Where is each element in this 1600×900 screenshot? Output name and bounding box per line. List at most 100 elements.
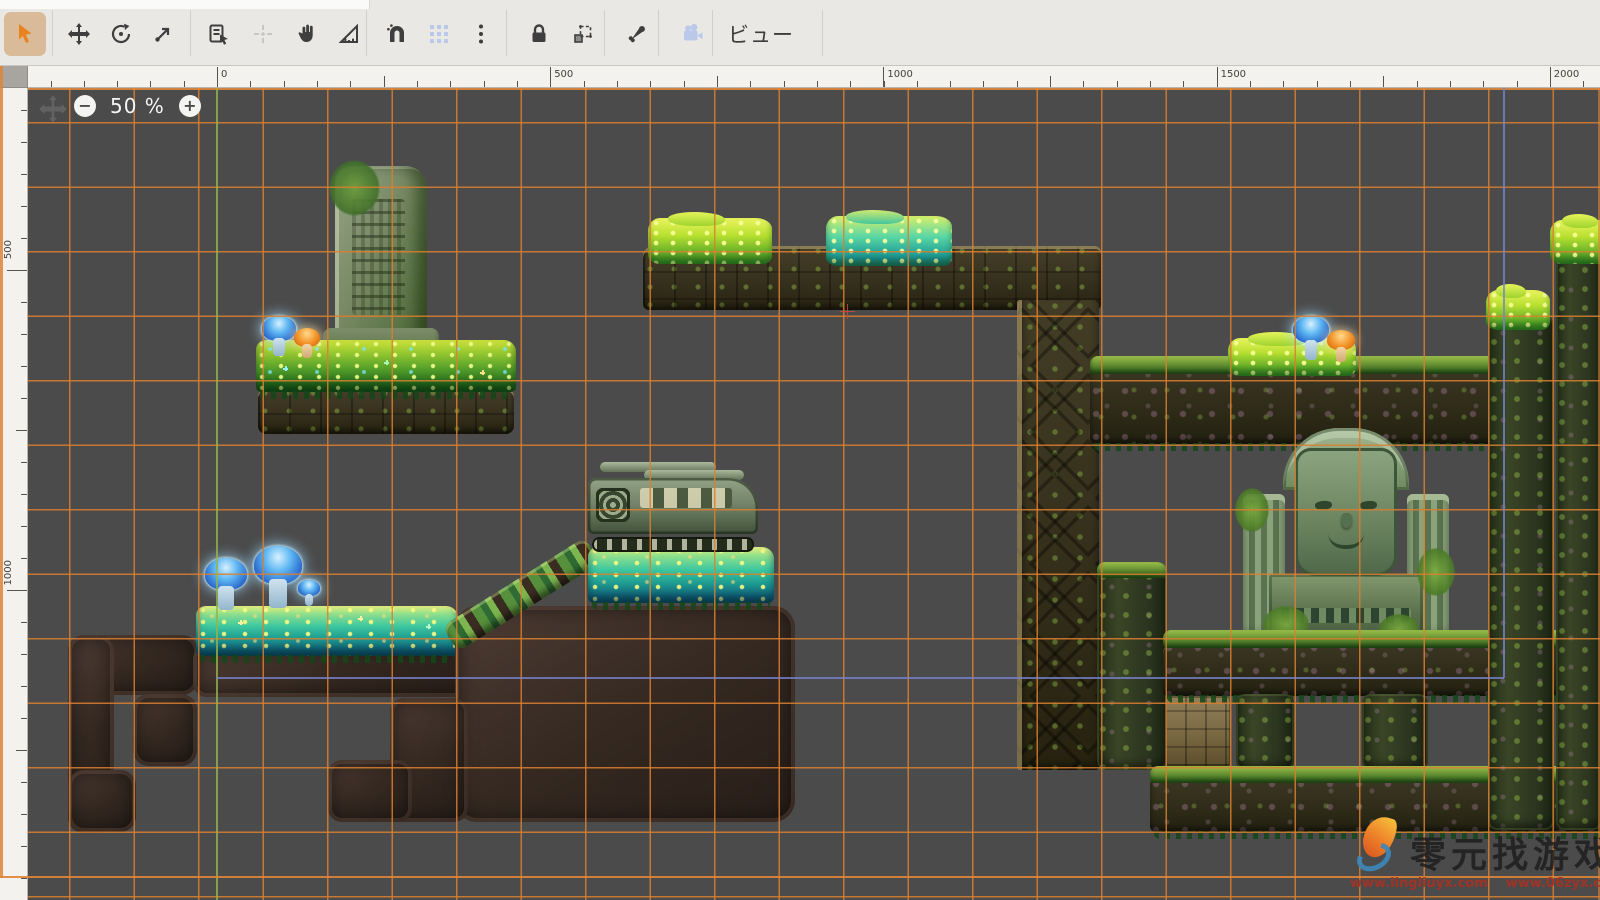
ruler-minor-tick bbox=[21, 494, 27, 495]
grass-tuft-teal[interactable] bbox=[826, 216, 952, 266]
ruler-minor-tick bbox=[750, 81, 751, 87]
ruler-minor-tick bbox=[817, 81, 818, 87]
ruler-minor-tick bbox=[21, 302, 27, 303]
tile-cave-mass-foot[interactable] bbox=[328, 760, 412, 822]
ruler-minor-tick bbox=[784, 81, 785, 87]
ruler-minor-tick bbox=[21, 782, 27, 783]
godot-2d-editor-window: ビュー 0500100015002000 5001000 bbox=[0, 0, 1600, 900]
tile-moss-block[interactable] bbox=[1097, 570, 1167, 770]
zoom-out-button[interactable]: − bbox=[74, 95, 96, 117]
ruler-minor-tick bbox=[1350, 81, 1351, 87]
ruler-left[interactable]: 5001000 bbox=[0, 88, 28, 900]
tile-cave-foot[interactable] bbox=[68, 770, 136, 832]
ruler-minor-tick bbox=[450, 81, 451, 87]
ruler-minor-tick bbox=[21, 238, 27, 239]
ruler-minor-tick bbox=[950, 81, 951, 87]
tool-pan-button[interactable] bbox=[286, 12, 328, 56]
select-icon bbox=[13, 22, 37, 46]
tool-rotate-button[interactable] bbox=[100, 12, 142, 56]
toolbar-separator bbox=[506, 10, 507, 56]
zoom-in-button[interactable]: + bbox=[179, 95, 201, 117]
ruler-minor-tick bbox=[21, 110, 27, 111]
moss-fringe bbox=[1097, 562, 1167, 578]
sparkle bbox=[358, 616, 363, 621]
ruler-minor-tick bbox=[21, 398, 27, 399]
tile-far-right-column[interactable] bbox=[1556, 244, 1600, 830]
tile-cave-block[interactable] bbox=[133, 694, 197, 766]
ruler-left-label: 1000 bbox=[3, 560, 14, 585]
ruler-minor-tick bbox=[84, 81, 85, 87]
blue-mushroom[interactable] bbox=[1293, 316, 1329, 360]
ruler-minor-tick bbox=[150, 81, 151, 87]
tool-smart-snap-button[interactable] bbox=[376, 12, 418, 56]
orange-mushroom[interactable] bbox=[1327, 330, 1355, 362]
tile-moss-pillar[interactable] bbox=[1236, 694, 1294, 770]
tile-tank-ledge[interactable] bbox=[588, 547, 774, 603]
glowing-mushroom[interactable] bbox=[205, 558, 247, 610]
ruler-minor-tick bbox=[1483, 81, 1484, 87]
ruler-top-label: 0 bbox=[221, 69, 227, 80]
ghost-move-icon bbox=[38, 94, 68, 124]
tile-ruined-tank[interactable] bbox=[588, 462, 758, 552]
tool-lock-button[interactable] bbox=[518, 12, 560, 56]
ruler-minor-tick bbox=[21, 462, 27, 463]
ruler-minor-tick bbox=[350, 81, 351, 87]
grass-tuft-yellow[interactable] bbox=[648, 218, 772, 264]
tool-snap-options-button[interactable] bbox=[460, 12, 502, 56]
tile-teal-platform-grass[interactable] bbox=[196, 606, 458, 656]
move-icon bbox=[67, 22, 91, 46]
ruler-top[interactable]: 0500100015002000 bbox=[28, 66, 1600, 88]
tile-stone-monolith[interactable] bbox=[335, 166, 427, 352]
viewport-toolbar: ビュー bbox=[0, 0, 1600, 66]
viewport-canvas[interactable]: − 50 % + 零元找游戏 www.lingliuyx.com www.06z… bbox=[28, 88, 1600, 900]
zoom-value: 50 % bbox=[110, 94, 165, 118]
top-strip bbox=[0, 0, 370, 9]
glowing-mushroom-small[interactable] bbox=[298, 580, 320, 606]
ruler-minor-tick bbox=[117, 81, 118, 87]
blue-mushroom[interactable] bbox=[262, 316, 296, 356]
tool-move-button[interactable] bbox=[58, 12, 100, 56]
ruler-minor-tick bbox=[21, 174, 27, 175]
ruler-top-label: 500 bbox=[554, 69, 573, 80]
zoom-widget: − 50 % + bbox=[74, 94, 201, 118]
tool-pivot-button[interactable] bbox=[242, 12, 284, 56]
skeleton-icon bbox=[625, 22, 649, 46]
toolbar-separator bbox=[604, 10, 605, 56]
tool-grid-snap-button[interactable] bbox=[418, 12, 460, 56]
glowing-mushroom[interactable] bbox=[254, 546, 302, 608]
watermark-swirl-logo bbox=[1352, 837, 1396, 877]
ivy bbox=[1235, 488, 1269, 532]
toolbar-separator bbox=[658, 10, 659, 56]
tank-mosaic bbox=[640, 488, 732, 508]
tile-moss-pillar[interactable] bbox=[1362, 694, 1428, 770]
orange-mushroom[interactable] bbox=[294, 328, 320, 358]
tool-select-button[interactable] bbox=[4, 12, 46, 56]
ruler-minor-tick bbox=[983, 81, 984, 87]
tile-right-column[interactable] bbox=[1488, 316, 1554, 830]
ruler-top-label: 1000 bbox=[887, 69, 912, 80]
tool-ruler-button[interactable] bbox=[328, 12, 370, 56]
tile-tan-carved-block[interactable] bbox=[1165, 696, 1231, 766]
right-column-grass-cap[interactable] bbox=[1486, 290, 1550, 330]
tile-cave-mass[interactable] bbox=[455, 606, 795, 822]
tile-diamond-column[interactable] bbox=[1017, 300, 1099, 770]
ruler-minor-tick bbox=[1083, 81, 1084, 87]
tool-skeleton-button[interactable] bbox=[616, 12, 658, 56]
tool-list-select-button[interactable] bbox=[198, 12, 240, 56]
tool-camera-override-button[interactable] bbox=[672, 12, 714, 56]
ruler-minor-tick bbox=[917, 81, 918, 87]
far-right-grass-cap[interactable] bbox=[1550, 220, 1600, 264]
ruler-minor-tick bbox=[21, 206, 27, 207]
monolith-inscription bbox=[352, 199, 405, 314]
view-menu-button[interactable]: ビュー bbox=[718, 14, 804, 54]
tile-jungle-statue[interactable] bbox=[1243, 428, 1449, 642]
sparkle bbox=[426, 624, 431, 629]
ruler-medium-tick bbox=[717, 76, 718, 87]
ruler-medium-tick bbox=[1050, 76, 1051, 87]
ruler-minor-tick bbox=[1583, 81, 1584, 87]
tool-scale-button[interactable] bbox=[142, 12, 184, 56]
pivot-icon bbox=[251, 22, 275, 46]
tool-group-button[interactable] bbox=[562, 12, 604, 56]
ruler-minor-tick bbox=[21, 142, 27, 143]
ruler-top-label: 1500 bbox=[1221, 69, 1246, 80]
